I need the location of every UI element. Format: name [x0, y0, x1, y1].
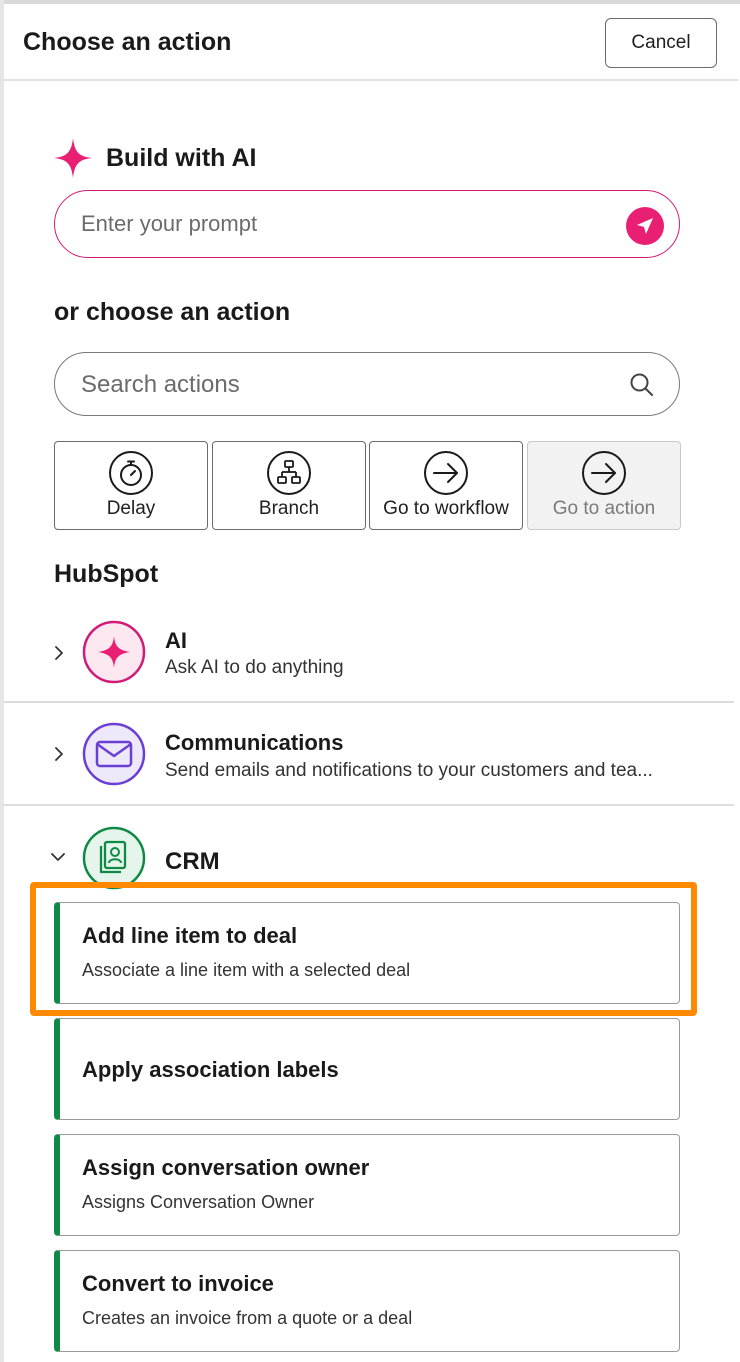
go-to-workflow-label: Go to workflow — [383, 498, 509, 519]
arrow-right-circle-icon — [424, 451, 468, 495]
action-title: Add line item to deal — [82, 923, 298, 948]
action-description: Assigns Conversation Owner — [82, 1192, 315, 1212]
envelope-icon — [82, 722, 146, 786]
panel-header: Choose an action Cancel — [4, 4, 738, 81]
search-actions-box — [54, 352, 680, 416]
action-title: Convert to invoice — [82, 1271, 274, 1296]
divider — [4, 701, 734, 703]
action-card-add-line-item-to-deal[interactable]: Add line item to deal Associate a line i… — [54, 902, 680, 1004]
action-title: Apply association labels — [82, 1057, 339, 1082]
search-actions-input[interactable] — [81, 365, 601, 405]
category-crm[interactable]: CRM — [4, 808, 734, 890]
category-communications-title: Communications — [165, 730, 344, 755]
choose-action-panel: Choose an action Cancel Build with AI or… — [4, 4, 738, 1362]
delay-tile[interactable]: Delay — [54, 441, 208, 530]
divider — [4, 804, 734, 806]
category-ai[interactable]: AI Ask AI to do anything — [4, 614, 734, 702]
branch-label: Branch — [258, 498, 320, 519]
search-icon[interactable] — [628, 371, 656, 399]
ai-prompt-box — [54, 190, 680, 258]
sparkle-icon — [54, 138, 92, 178]
action-card-convert-to-invoice[interactable]: Convert to invoice Creates an invoice fr… — [54, 1250, 680, 1352]
action-description: Creates an invoice from a quote or a dea… — [82, 1308, 413, 1328]
contact-card-icon — [82, 826, 146, 890]
ai-prompt-input[interactable] — [81, 205, 601, 243]
arrow-right-circle-icon — [582, 451, 626, 495]
branch-icon — [267, 451, 311, 495]
stopwatch-icon — [109, 451, 153, 495]
action-card-assign-conversation-owner[interactable]: Assign conversation owner Assigns Conver… — [54, 1134, 680, 1236]
panel-title: Choose an action — [23, 28, 232, 56]
chevron-right-icon — [55, 646, 63, 660]
hubspot-heading: HubSpot — [54, 560, 159, 588]
category-communications[interactable]: Communications Send emails and notificat… — [4, 704, 734, 804]
cancel-button[interactable]: Cancel — [605, 18, 717, 68]
category-communications-description: Send emails and notifications to your cu… — [165, 760, 653, 781]
delay-label: Delay — [106, 498, 156, 519]
ai-sparkle-icon — [82, 620, 146, 684]
action-description: Associate a line item with a selected de… — [82, 960, 411, 980]
choose-action-heading: or choose an action — [54, 298, 291, 326]
go-to-action-label: Go to action — [552, 498, 656, 519]
chevron-down-icon — [51, 853, 65, 861]
category-crm-title: CRM — [165, 848, 220, 875]
go-to-workflow-tile[interactable]: Go to workflow — [369, 441, 523, 530]
action-card-apply-association-labels[interactable]: Apply association labels — [54, 1018, 680, 1120]
category-ai-description: Ask AI to do anything — [165, 657, 344, 678]
send-icon — [637, 218, 653, 234]
category-ai-title: AI — [165, 628, 187, 653]
build-with-ai-heading: Build with AI — [54, 138, 256, 178]
branch-tile[interactable]: Branch — [212, 441, 366, 530]
build-with-ai-title: Build with AI — [106, 143, 257, 172]
chevron-right-icon — [55, 747, 63, 761]
send-prompt-button[interactable] — [626, 207, 664, 245]
action-title: Assign conversation owner — [82, 1155, 370, 1180]
go-to-action-tile[interactable]: Go to action — [527, 441, 681, 530]
